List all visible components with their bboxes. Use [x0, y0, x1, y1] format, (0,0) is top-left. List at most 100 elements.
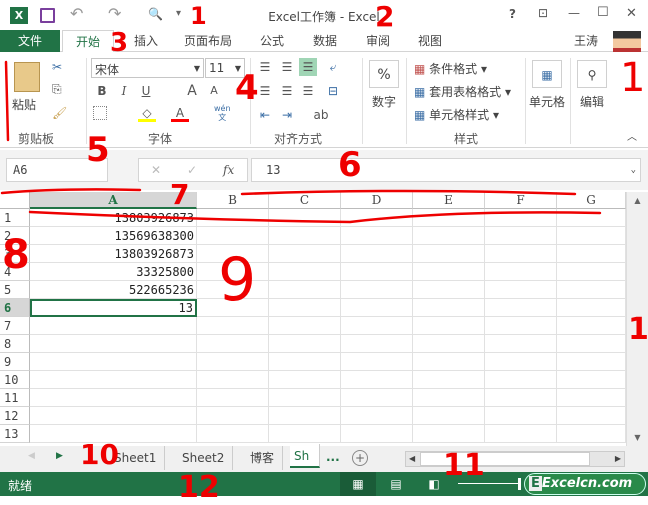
horizontal-scroll-thumb[interactable]: [420, 452, 590, 466]
cell-G9[interactable]: [557, 353, 626, 371]
more-sheets-button[interactable]: ...: [326, 450, 340, 464]
cell-D8[interactable]: [341, 335, 413, 353]
copy-icon[interactable]: ⎘: [52, 82, 62, 97]
cell-B9[interactable]: [197, 353, 269, 371]
cell-F5[interactable]: [485, 281, 557, 299]
cell-E4[interactable]: [413, 263, 485, 281]
cell-C5[interactable]: [269, 281, 341, 299]
row-header[interactable]: 5: [0, 281, 30, 299]
cell-B8[interactable]: [197, 335, 269, 353]
cell-C12[interactable]: [269, 407, 341, 425]
tab-home[interactable]: 开始: [62, 30, 114, 53]
horizontal-scrollbar[interactable]: ◀ ▶: [405, 451, 625, 467]
cell-G12[interactable]: [557, 407, 626, 425]
cell-G1[interactable]: [557, 209, 626, 227]
cell-B11[interactable]: [197, 389, 269, 407]
ribbon-display-button[interactable]: ⊡: [538, 6, 548, 20]
scroll-left-icon[interactable]: ◀: [409, 454, 415, 463]
tab-insert[interactable]: 插入: [126, 30, 166, 52]
cell-F13[interactable]: [485, 425, 557, 443]
cell-E7[interactable]: [413, 317, 485, 335]
cell-D3[interactable]: [341, 245, 413, 263]
cell-B5[interactable]: [197, 281, 269, 299]
sheet-tab-blog[interactable]: 博客: [242, 446, 284, 470]
cell-A11[interactable]: [30, 389, 197, 407]
cell-G3[interactable]: [557, 245, 626, 263]
cell-C7[interactable]: [269, 317, 341, 335]
cell-F3[interactable]: [485, 245, 557, 263]
align-left-icon[interactable]: ☰: [256, 82, 274, 100]
prev-sheet-icon[interactable]: ◀: [28, 451, 35, 461]
row-header[interactable]: 3: [0, 245, 30, 263]
close-button[interactable]: ✕: [626, 6, 637, 21]
cell-F9[interactable]: [485, 353, 557, 371]
column-header-E[interactable]: E: [413, 192, 485, 209]
cell-B7[interactable]: [197, 317, 269, 335]
column-header-D[interactable]: D: [341, 192, 413, 209]
cell-G6[interactable]: [557, 299, 626, 317]
page-layout-view-button[interactable]: ▤: [386, 472, 406, 496]
cell-B2[interactable]: [197, 227, 269, 245]
cell-B10[interactable]: [197, 371, 269, 389]
cell-E6[interactable]: [413, 299, 485, 317]
sheet-tab-sheet2[interactable]: Sheet2: [174, 446, 234, 470]
cell-D5[interactable]: [341, 281, 413, 299]
cell-A5[interactable]: 522665236: [30, 281, 197, 299]
cell-E2[interactable]: [413, 227, 485, 245]
scroll-down-icon[interactable]: ▼: [627, 433, 648, 442]
increase-indent-icon[interactable]: ⇥: [278, 106, 296, 124]
tab-file[interactable]: 文件: [0, 30, 60, 52]
user-name[interactable]: 王涛: [566, 30, 606, 52]
new-sheet-button[interactable]: +: [352, 450, 368, 466]
cell-A9[interactable]: [30, 353, 197, 371]
cell-A12[interactable]: [30, 407, 197, 425]
cell-C3[interactable]: [269, 245, 341, 263]
row-header[interactable]: 6: [0, 299, 30, 317]
cell-B13[interactable]: [197, 425, 269, 443]
underline-button[interactable]: U: [137, 82, 155, 100]
select-all-corner[interactable]: [0, 192, 30, 209]
column-header-G[interactable]: G: [557, 192, 626, 209]
column-header-F[interactable]: F: [485, 192, 557, 209]
tab-formulas[interactable]: 公式: [252, 30, 292, 52]
scroll-up-icon[interactable]: ▲: [627, 196, 648, 205]
shrink-font-button[interactable]: A: [205, 82, 223, 100]
column-header-B[interactable]: B: [197, 192, 269, 209]
cell-styles-button[interactable]: ▦ 单元格样式 ▾: [414, 106, 499, 123]
cell-B4[interactable]: [197, 263, 269, 281]
row-header[interactable]: 9: [0, 353, 30, 371]
orientation-icon[interactable]: ab: [312, 106, 330, 124]
vertical-scrollbar[interactable]: ▲ ▼: [626, 192, 648, 446]
maximize-button[interactable]: ☐: [597, 5, 609, 20]
borders-button[interactable]: [93, 106, 107, 120]
cell-D1[interactable]: [341, 209, 413, 227]
cell-E11[interactable]: [413, 389, 485, 407]
help-button[interactable]: ?: [509, 7, 516, 21]
bold-button[interactable]: B: [93, 82, 111, 100]
fill-color-button[interactable]: ◇: [138, 104, 156, 122]
cell-D10[interactable]: [341, 371, 413, 389]
font-name-select[interactable]: 宋体 ▼: [91, 58, 204, 78]
cell-A1[interactable]: 13803926873: [30, 209, 197, 227]
normal-view-button[interactable]: ▦: [340, 472, 376, 496]
cell-G2[interactable]: [557, 227, 626, 245]
cell-F8[interactable]: [485, 335, 557, 353]
cell-E5[interactable]: [413, 281, 485, 299]
format-painter-icon[interactable]: 🖌: [52, 106, 67, 120]
zoom-slider-thumb[interactable]: [518, 478, 521, 490]
align-top-icon[interactable]: ☰: [256, 58, 274, 76]
cell-G5[interactable]: [557, 281, 626, 299]
cell-A8[interactable]: [30, 335, 197, 353]
row-header[interactable]: 13: [0, 425, 30, 443]
cell-F12[interactable]: [485, 407, 557, 425]
cell-B3[interactable]: [197, 245, 269, 263]
cell-C4[interactable]: [269, 263, 341, 281]
row-header[interactable]: 10: [0, 371, 30, 389]
align-center-icon[interactable]: ☰: [278, 82, 296, 100]
paste-button[interactable]: 粘贴: [12, 96, 36, 113]
cell-A3[interactable]: 13803926873: [30, 245, 197, 263]
cell-G13[interactable]: [557, 425, 626, 443]
row-header[interactable]: 12: [0, 407, 30, 425]
cell-G10[interactable]: [557, 371, 626, 389]
sheet-tab-sheet1[interactable]: Sheet1: [106, 446, 166, 470]
